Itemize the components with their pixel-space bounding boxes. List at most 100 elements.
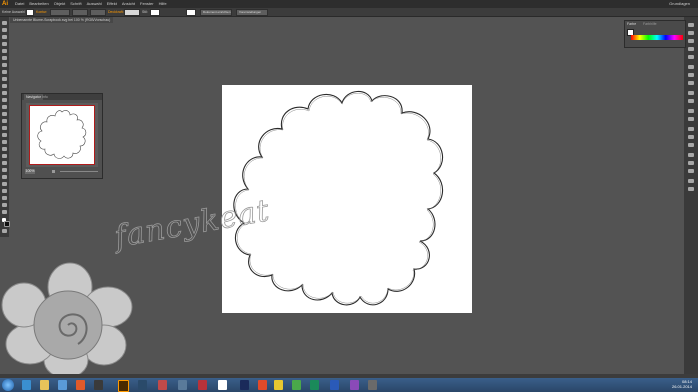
layers-icon[interactable]	[688, 109, 694, 113]
menu-file[interactable]: Datei	[15, 0, 24, 8]
opentype-icon[interactable]	[688, 169, 694, 173]
menu-edit[interactable]: Bearbeiten	[29, 0, 48, 8]
excel-taskbar-icon[interactable]	[310, 380, 319, 390]
pencil-tool-icon[interactable]	[2, 84, 7, 88]
menu-object[interactable]: Objekt	[54, 0, 66, 8]
symbol-sprayer-tool-icon[interactable]	[2, 175, 7, 179]
menu-type[interactable]: Schrift	[70, 0, 81, 8]
rotate-tool-icon[interactable]	[2, 105, 7, 109]
paragraph-icon[interactable]	[688, 161, 694, 165]
shape-builder-tool-icon[interactable]	[2, 133, 7, 137]
app2-taskbar-icon[interactable]	[138, 380, 147, 390]
navigator-zoom-slider[interactable]	[60, 171, 98, 172]
media-taskbar-icon[interactable]	[58, 380, 67, 390]
eraser-tool-icon[interactable]	[2, 98, 7, 102]
links-icon[interactable]	[688, 179, 694, 183]
stroke-panel-icon[interactable]	[688, 65, 694, 69]
app8-taskbar-icon[interactable]	[274, 380, 283, 390]
swatches-icon[interactable]	[688, 39, 694, 43]
eyedropper-tool-icon[interactable]	[2, 161, 7, 165]
illustrator-taskbar-icon[interactable]	[118, 380, 129, 392]
pathfinder-icon[interactable]	[688, 135, 694, 139]
color-spectrum-bar[interactable]	[631, 35, 683, 40]
color-panel-icon[interactable]	[688, 23, 694, 27]
brushes-icon[interactable]	[688, 47, 694, 51]
gradient-tool-icon[interactable]	[2, 154, 7, 158]
direct-selection-tool-icon[interactable]	[2, 28, 7, 32]
stroke-label[interactable]: Kontur:	[36, 9, 47, 15]
menu-help[interactable]: Hilfe	[159, 0, 167, 8]
menu-window[interactable]: Fenster	[140, 0, 154, 8]
stroke-weight-field[interactable]	[50, 9, 70, 16]
graph-tool-icon[interactable]	[2, 182, 7, 186]
lasso-tool-icon[interactable]	[2, 42, 7, 46]
blend-tool-icon[interactable]	[2, 168, 7, 172]
line-tool-icon[interactable]	[2, 63, 7, 67]
image-trace-icon[interactable]	[688, 187, 694, 191]
tab-navigator[interactable]: Navigator	[24, 94, 43, 100]
ie-taskbar-icon[interactable]	[22, 380, 31, 390]
hand-tool-icon[interactable]	[2, 203, 7, 207]
graphic-styles-icon[interactable]	[688, 99, 694, 103]
app4-taskbar-icon[interactable]	[178, 380, 187, 390]
app6-taskbar-icon[interactable]	[218, 380, 227, 390]
tab-color-guide[interactable]: Farbhilfe	[643, 22, 657, 27]
navigator-preview[interactable]	[26, 103, 98, 167]
app9-taskbar-icon[interactable]	[350, 380, 359, 390]
opacity-field[interactable]	[124, 9, 140, 16]
zoom-tool-icon[interactable]	[2, 210, 7, 214]
system-clock[interactable]: 08:14 26.01.2014	[672, 379, 692, 389]
appearance-icon[interactable]	[688, 91, 694, 95]
start-button-icon[interactable]	[2, 379, 14, 391]
menu-select[interactable]: Auswahl	[87, 0, 102, 8]
mesh-tool-icon[interactable]	[2, 147, 7, 151]
menu-effect[interactable]: Effekt	[107, 0, 117, 8]
transparency-icon[interactable]	[688, 81, 694, 85]
app3-taskbar-icon[interactable]	[158, 380, 167, 390]
blob-brush-tool-icon[interactable]	[2, 91, 7, 95]
navigator-zoom-field[interactable]: 100%	[25, 169, 35, 174]
firefox-taskbar-icon[interactable]	[76, 380, 85, 390]
app7-taskbar-icon[interactable]	[258, 380, 267, 390]
symbols-icon[interactable]	[688, 55, 694, 59]
color-guide-icon[interactable]	[688, 31, 694, 35]
stroke-color-icon[interactable]	[4, 221, 10, 227]
fill-swatch[interactable]	[26, 9, 34, 16]
style-swatch[interactable]	[150, 9, 160, 16]
document-setup-button[interactable]: Dokument einrichten	[200, 9, 232, 16]
app5-taskbar-icon[interactable]	[198, 380, 207, 390]
graphic-style-swatch[interactable]	[186, 9, 196, 16]
zoom-out-icon[interactable]	[52, 170, 55, 173]
width-tool-icon[interactable]	[2, 119, 7, 123]
perspective-grid-tool-icon[interactable]	[2, 140, 7, 144]
workspace-switcher[interactable]: Grundlagen	[669, 0, 690, 8]
artboards-icon[interactable]	[688, 117, 694, 121]
app-taskbar-icon[interactable]	[94, 380, 103, 390]
document-tab[interactable]: Unbenannte Blume-Scrapbook.svg bei 100 %…	[10, 17, 113, 23]
tab-info[interactable]: Info	[42, 94, 48, 100]
variable-width-dropdown[interactable]	[72, 9, 88, 16]
magic-wand-tool-icon[interactable]	[2, 35, 7, 39]
character-icon[interactable]	[688, 153, 694, 157]
pen-tool-icon[interactable]	[2, 49, 7, 53]
artboard-tool-icon[interactable]	[2, 189, 7, 193]
type-tool-icon[interactable]	[2, 56, 7, 60]
chrome-taskbar-icon[interactable]	[292, 380, 301, 390]
transform-icon[interactable]	[688, 143, 694, 147]
app10-taskbar-icon[interactable]	[368, 380, 377, 390]
selection-tool-icon[interactable]	[2, 21, 7, 25]
rectangle-tool-icon[interactable]	[2, 70, 7, 74]
free-transform-tool-icon[interactable]	[2, 126, 7, 130]
brush-dropdown[interactable]	[90, 9, 106, 16]
word-taskbar-icon[interactable]	[330, 380, 339, 390]
opacity-label[interactable]: Deckkraft:	[108, 9, 124, 15]
align-icon[interactable]	[688, 127, 694, 131]
explorer-taskbar-icon[interactable]	[40, 380, 49, 390]
tab-color[interactable]: Farbe	[627, 22, 636, 27]
menu-view[interactable]: Ansicht	[122, 0, 135, 8]
slice-tool-icon[interactable]	[2, 196, 7, 200]
photoshop-taskbar-icon[interactable]	[240, 380, 249, 390]
paintbrush-tool-icon[interactable]	[2, 77, 7, 81]
scale-tool-icon[interactable]	[2, 112, 7, 116]
preferences-button[interactable]: Voreinstellungen	[236, 9, 268, 16]
